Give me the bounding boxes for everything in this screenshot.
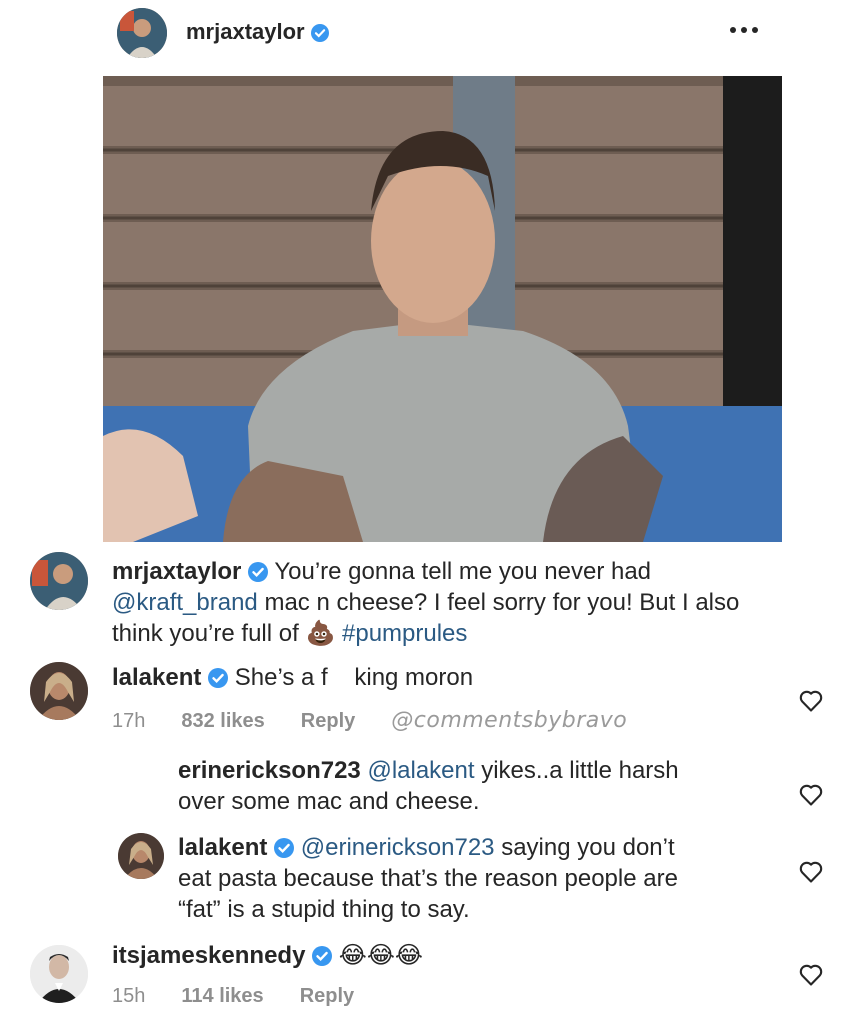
caption-line-2: mac n cheese? I feel sorry for you! But … [257,589,740,616]
more-dots-icon[interactable] [727,22,761,38]
heart-icon[interactable] [797,780,825,813]
post-author-avatar[interactable] [117,8,167,58]
comment-username[interactable]: lalakent [178,834,267,861]
comment-text-line-2: eat pasta because that’s the reason peop… [178,865,678,892]
verified-badge-icon [274,838,295,858]
comment-likes[interactable]: 832 likes [181,710,264,732]
comment-text: yikes..a little harsh [474,757,679,784]
comment-2-meta: 15h 114 likes Reply [112,985,390,1008]
comment-time: 17h [112,710,146,732]
verified-badge-icon [248,562,269,582]
caption-text: mrjaxtaylor You’re gonna tell me you nev… [112,556,812,649]
poop-emoji-icon: 💩 [305,620,336,647]
caption-line-3: think you’re full of [112,620,306,647]
comment-text-line-3: “fat” is a stupid thing to say. [178,896,470,923]
comment-time: 15h [112,985,146,1007]
heart-icon[interactable] [797,686,825,719]
caption-username[interactable]: mrjaxtaylor [112,558,241,585]
verified-badge-icon [312,946,333,966]
reply-2: lalakent @erinerickson723 saying you don… [178,832,778,925]
heart-icon[interactable] [797,960,825,993]
post-photo [103,76,782,542]
comment-username[interactable]: itsjameskennedy [112,942,305,969]
reply-button[interactable]: Reply [300,985,354,1007]
watermark-text: @commentsbybravo [391,708,628,733]
reply-avatar-lalakent[interactable] [118,833,164,879]
reply-mention-link[interactable]: @erinerickson723 [301,834,495,861]
caption-hashtag-link[interactable]: #pumprules [335,620,467,647]
comment-text: saying you don’t [494,834,675,861]
reply-mention-link[interactable]: @lalakent [367,757,474,784]
comment-avatar-itsjameskennedy[interactable] [30,945,88,1003]
reply-button[interactable]: Reply [301,710,355,732]
caption-mention-link[interactable]: @kraft_brand [112,589,258,616]
comment-1-meta: 17h 832 likes Reply @commentsbybravo [112,708,663,733]
comment-text: She’s a f king moron [234,664,474,691]
heart-icon[interactable] [797,857,825,890]
comment-likes[interactable]: 114 likes [181,985,263,1007]
caption-line-1: You’re gonna tell me you never had [274,558,652,585]
comment-text-line-2: over some mac and cheese. [178,788,480,815]
laughing-emoji-icon: 😂😂😂 [338,942,423,969]
verified-badge-icon [310,24,329,42]
post-image[interactable] [103,76,782,542]
caption-author-avatar[interactable] [30,552,88,610]
reply-1: erinerickson723 @lalakent yikes..a littl… [178,755,778,817]
comment-username[interactable]: erinerickson723 [178,757,361,784]
comment-1: lalakent She’s a f king moron [112,662,752,693]
comment-avatar-lalakent[interactable] [30,662,88,720]
verified-badge-icon [208,668,229,688]
comment-username[interactable]: lalakent [112,664,201,691]
post-author-username[interactable]: mrjaxtaylor [186,19,329,45]
comment-2: itsjameskennedy 😂😂😂 [112,940,752,971]
